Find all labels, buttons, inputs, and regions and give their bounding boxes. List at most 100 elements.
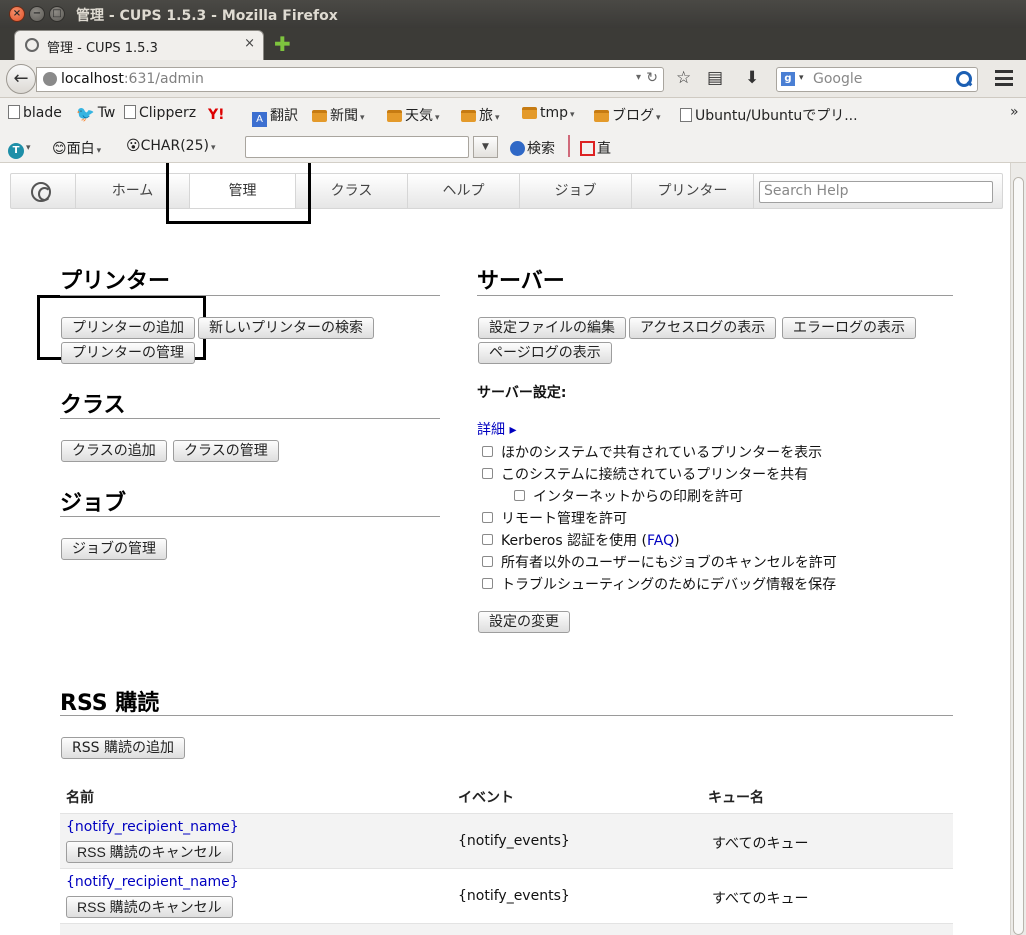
window-maximize-button[interactable]: □ bbox=[49, 6, 65, 22]
yahoo-icon: Y! bbox=[208, 107, 225, 123]
web-search-input[interactable]: Google bbox=[813, 71, 862, 87]
bookmark-folder-blog[interactable]: ブログ ▾ bbox=[594, 105, 661, 125]
scrollbar-thumb[interactable] bbox=[1013, 177, 1024, 935]
remote-admin-checkbox[interactable] bbox=[482, 512, 493, 523]
chevron-down-icon: ▾ bbox=[360, 113, 365, 123]
bookmarks-toolbar: blade 🐦 Tw Clipperz Y! A 翻訳 新聞 ▾ 天気 ▾ 旅 ▾ tmp… bbox=[0, 98, 1026, 130]
bookmarks-overflow-icon[interactable]: » bbox=[1010, 104, 1019, 120]
char-button[interactable]: 😮CHAR(25) ▾ bbox=[126, 138, 216, 154]
chevron-down-icon: ▾ bbox=[26, 143, 31, 153]
cancel-rss-subscription-button[interactable]: RSS 購読のキャンセル bbox=[66, 896, 233, 918]
bookmark-yahoo[interactable]: Y! bbox=[208, 105, 228, 123]
view-error-log-button[interactable]: エラーログの表示 bbox=[782, 317, 916, 339]
direct-button[interactable]: 直 bbox=[580, 138, 611, 158]
classes-heading: クラス bbox=[60, 393, 126, 418]
maximize-icon: □ bbox=[52, 8, 62, 19]
cups-logo-icon[interactable] bbox=[31, 182, 51, 202]
tab-close-icon[interactable]: × bbox=[244, 36, 255, 51]
folder-icon bbox=[594, 110, 609, 122]
url-text[interactable]: localhost:631/admin bbox=[61, 71, 204, 87]
omoshiro-button[interactable]: 😊面白 ▾ bbox=[52, 138, 101, 158]
advanced-toggle-link[interactable]: 詳細 ▸ bbox=[477, 419, 516, 439]
table-row: {notify_recipient_name} RSS 購読のキャンセル {no… bbox=[60, 813, 953, 868]
bookmark-folder-news[interactable]: 新聞 ▾ bbox=[312, 105, 365, 125]
tab-classes[interactable]: クラス bbox=[295, 174, 407, 208]
reader-list-icon[interactable]: ▤ bbox=[707, 68, 723, 88]
bookmark-ubuntu[interactable]: Ubuntu/Ubuntuでプリ... bbox=[680, 105, 858, 125]
share-printers-checkbox[interactable] bbox=[482, 468, 493, 479]
magnifier-icon[interactable] bbox=[955, 70, 973, 88]
t-addon-button[interactable]: T ▾ bbox=[8, 138, 31, 159]
engine-dropdown-icon[interactable]: ▾ bbox=[799, 73, 804, 83]
bookmark-star-icon[interactable]: ☆ bbox=[676, 68, 691, 88]
tab-help[interactable]: ヘルプ bbox=[407, 174, 519, 208]
recipient-name-link[interactable]: {notify_recipient_name} bbox=[66, 874, 239, 890]
add-rss-subscription-button[interactable]: RSS 購読の追加 bbox=[61, 737, 185, 759]
edit-config-button[interactable]: 設定ファイルの編集 bbox=[478, 317, 626, 339]
tab-printers[interactable]: プリンター bbox=[631, 174, 753, 208]
browser-tab[interactable]: 管理 - CUPS 1.5.3 × bbox=[14, 30, 264, 60]
kerberos-checkbox[interactable] bbox=[482, 534, 493, 545]
url-path: :631/admin bbox=[123, 71, 204, 87]
cups-favicon-icon bbox=[25, 38, 39, 52]
manage-classes-button[interactable]: クラスの管理 bbox=[173, 440, 279, 462]
allow-internet-printing-label: インターネットからの印刷を許可 bbox=[533, 489, 743, 505]
add-printer-button[interactable]: プリンターの追加 bbox=[61, 317, 195, 339]
toolbar-separator bbox=[568, 135, 570, 157]
site-identity-icon[interactable] bbox=[43, 72, 57, 86]
web-search-bar[interactable]: g ▾ Google bbox=[776, 67, 978, 92]
vertical-scrollbar[interactable] bbox=[1010, 163, 1026, 935]
new-tab-plus-icon[interactable]: ✚ bbox=[274, 32, 291, 56]
find-new-printers-button[interactable]: 新しいプリンターの検索 bbox=[198, 317, 374, 339]
bookmark-clipperz[interactable]: Clipperz bbox=[124, 105, 196, 121]
url-history-dropdown-icon[interactable]: ▾ bbox=[636, 72, 641, 83]
bookmark-translate[interactable]: A 翻訳 bbox=[252, 105, 298, 127]
url-bar[interactable]: localhost:631/admin ▾ ↻ bbox=[36, 67, 664, 92]
server-heading: サーバー bbox=[477, 269, 565, 294]
nav-divider bbox=[753, 174, 754, 208]
debug-logging-checkbox[interactable] bbox=[482, 578, 493, 589]
cancel-rss-subscription-button[interactable]: RSS 購読のキャンセル bbox=[66, 841, 233, 863]
kerberos-faq-link[interactable]: FAQ bbox=[647, 533, 674, 549]
window-minimize-button[interactable]: − bbox=[29, 6, 45, 22]
hamburger-menu-icon[interactable] bbox=[995, 70, 1013, 86]
bookmark-tw[interactable]: 🐦 Tw bbox=[76, 105, 115, 123]
table-row bbox=[60, 923, 953, 935]
bookmark-folder-travel[interactable]: 旅 ▾ bbox=[461, 105, 500, 125]
view-access-log-button[interactable]: アクセスログの表示 bbox=[629, 317, 777, 339]
download-icon[interactable]: ⬇ bbox=[745, 68, 759, 88]
allow-internet-printing-checkbox[interactable] bbox=[514, 490, 525, 501]
bookmark-folder-weather[interactable]: 天気 ▾ bbox=[387, 105, 440, 125]
chevron-down-icon: ▾ bbox=[656, 113, 661, 123]
page-icon bbox=[680, 108, 692, 122]
folder-icon bbox=[312, 110, 327, 122]
column-header-events: イベント bbox=[458, 790, 514, 806]
google-engine-icon[interactable]: g bbox=[781, 72, 795, 86]
queue-cell: すべてのキュー bbox=[712, 836, 809, 852]
tab-label: 管理 - CUPS 1.5.3 bbox=[47, 41, 158, 56]
change-settings-button[interactable]: 設定の変更 bbox=[478, 611, 570, 633]
addon-search-dropdown[interactable]: ▼ bbox=[473, 136, 498, 158]
view-page-log-button[interactable]: ページログの表示 bbox=[478, 342, 612, 364]
show-shared-printers-checkbox[interactable] bbox=[482, 446, 493, 457]
bookmark-folder-tmp[interactable]: tmp ▾ bbox=[522, 105, 575, 121]
reload-icon[interactable]: ↻ bbox=[646, 70, 658, 86]
manage-printers-button[interactable]: プリンターの管理 bbox=[61, 342, 195, 364]
manage-jobs-button[interactable]: ジョブの管理 bbox=[61, 538, 167, 560]
add-class-button[interactable]: クラスの追加 bbox=[61, 440, 167, 462]
server-divider bbox=[477, 295, 953, 296]
addon-search-input[interactable] bbox=[245, 136, 469, 158]
printers-heading: プリンター bbox=[60, 269, 171, 294]
help-search-input[interactable]: Search Help bbox=[759, 181, 993, 203]
bookmark-blade[interactable]: blade bbox=[8, 105, 62, 121]
recipient-name-link[interactable]: {notify_recipient_name} bbox=[66, 819, 239, 835]
user-cancel-any-checkbox[interactable] bbox=[482, 556, 493, 567]
tab-jobs[interactable]: ジョブ bbox=[519, 174, 631, 208]
addon-search-button[interactable]: 検索 bbox=[510, 138, 555, 158]
window-close-button[interactable]: × bbox=[9, 6, 25, 22]
window-title: 管理 - CUPS 1.5.3 - Mozilla Firefox bbox=[76, 8, 338, 24]
translate-icon: A bbox=[252, 112, 267, 127]
back-button[interactable]: ← bbox=[6, 64, 36, 94]
navigation-bar: localhost:631/admin ▾ ↻ ← ☆ ▤ ⬇ g ▾ Goog… bbox=[0, 60, 1026, 98]
page-icon bbox=[8, 105, 20, 119]
